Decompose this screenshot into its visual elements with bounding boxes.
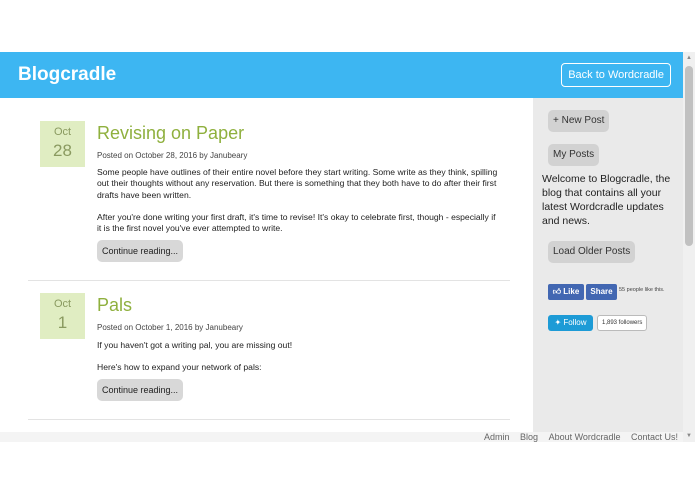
post-date-badge: Oct 1 — [40, 293, 85, 339]
post-date-badge: Oct 28 — [40, 121, 85, 167]
facebook-like-button[interactable]: 👍︎ Like — [548, 284, 584, 300]
facebook-thumb-icon: 👍︎ — [552, 287, 562, 296]
page-scrollbar[interactable]: ▲ ▼ — [683, 52, 695, 442]
my-posts-button[interactable]: My Posts — [548, 144, 600, 166]
site-header: Blogcradle Back to Wordcradle — [0, 52, 683, 98]
page: Blogcradle Back to Wordcradle Oct 28 Rev… — [0, 0, 695, 494]
twitter-bird-icon: ✦ — [554, 318, 562, 327]
facebook-like-count: 55 people like this. — [619, 287, 665, 293]
post-date-day: 28 — [53, 141, 72, 160]
post-paragraph: Here's how to expand your network of pal… — [97, 362, 262, 372]
twitter-follow-label: Follow — [563, 318, 587, 327]
footer-link-admin[interactable]: Admin — [484, 432, 510, 442]
footer-link-contact[interactable]: Contact Us! — [631, 432, 678, 442]
content-area: Oct 28 Revising on Paper Posted on Octob… — [0, 98, 683, 432]
post-meta: Posted on October 28, 2016 by Janubeary — [97, 151, 248, 160]
post-date-day: 1 — [57, 313, 68, 332]
load-older-posts-button[interactable]: Load Older Posts — [548, 241, 636, 263]
post-paragraph: Some people have outlines of their entir… — [97, 167, 498, 200]
post-paragraph: If you haven't got a writing pal, you ar… — [97, 340, 293, 350]
footer-link-blog[interactable]: Blog — [520, 432, 538, 442]
welcome-text: Welcome to Blogcradle, the blog that con… — [542, 173, 671, 227]
back-to-wordcradle-button[interactable]: Back to Wordcradle — [561, 63, 671, 87]
post-divider — [28, 419, 510, 420]
scroll-down-arrow-icon[interactable]: ▼ — [686, 433, 692, 439]
site-brand[interactable]: Blogcradle — [18, 64, 116, 86]
twitter-follow-button[interactable]: ✦ Follow — [548, 315, 593, 331]
post-title[interactable]: Pals — [97, 295, 132, 316]
post-paragraph: After you're done writing your first dra… — [97, 212, 496, 234]
continue-reading-button[interactable]: Continue reading... — [97, 379, 184, 401]
site-footer: Admin Blog About Wordcradle Contact Us! — [0, 432, 683, 442]
footer-link-about[interactable]: About Wordcradle — [549, 432, 621, 442]
post-date-month: Oct — [53, 298, 72, 310]
post-title[interactable]: Revising on Paper — [97, 123, 244, 144]
twitter-follower-count: 1,893 followers — [597, 315, 648, 331]
footer-links: Admin Blog About Wordcradle Contact Us! — [476, 432, 678, 442]
post-divider — [28, 280, 510, 281]
continue-reading-button[interactable]: Continue reading... — [97, 240, 184, 262]
new-post-button[interactable]: + New Post — [548, 110, 610, 132]
scrollbar-thumb[interactable] — [685, 66, 693, 246]
sidebar: + New Post My Posts Welcome to Blogcradl… — [533, 98, 683, 432]
post-date-month: Oct — [53, 126, 72, 138]
facebook-share-button[interactable]: Share — [586, 284, 617, 300]
facebook-like-label: Like — [563, 287, 580, 296]
scroll-up-arrow-icon[interactable]: ▲ — [686, 55, 692, 61]
post-list: Oct 28 Revising on Paper Posted on Octob… — [0, 98, 533, 432]
post-meta: Posted on October 1, 2016 by Janubeary — [97, 323, 243, 332]
